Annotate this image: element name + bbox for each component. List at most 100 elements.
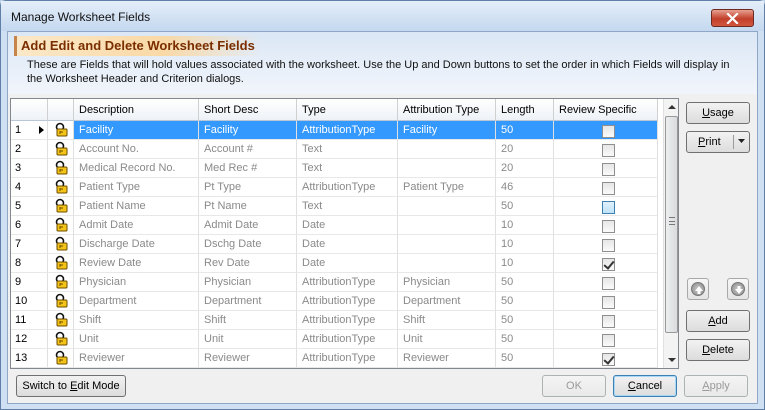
cell-short[interactable]: Physician <box>199 273 297 292</box>
cell-type[interactable]: Date <box>297 216 398 235</box>
cell-type[interactable]: Date <box>297 235 398 254</box>
column-header-length[interactable]: Length <box>496 99 554 121</box>
print-button[interactable]: Print <box>686 131 750 153</box>
column-header-short-desc[interactable]: Short Desc <box>199 99 297 121</box>
cell-attribution[interactable] <box>398 235 496 254</box>
cell-type[interactable]: AttributionType <box>297 330 398 349</box>
review-specific-checkbox[interactable] <box>601 334 615 347</box>
cell-description[interactable]: Patient Type <box>74 178 199 197</box>
fields-grid[interactable]: Description Short Desc Type Attribution … <box>10 98 679 369</box>
cell-length[interactable]: 50 <box>496 197 554 216</box>
scroll-down-button[interactable] <box>664 352 678 368</box>
row-number[interactable]: 9 <box>11 273 48 292</box>
cell-description[interactable]: Shift <box>74 311 199 330</box>
cell-type[interactable]: Text <box>297 197 398 216</box>
scroll-thumb[interactable] <box>665 116 678 333</box>
cell-length[interactable]: 50 <box>496 292 554 311</box>
column-header-type[interactable]: Type <box>297 99 398 121</box>
cell-length[interactable]: 50 <box>496 273 554 292</box>
review-specific-checkbox[interactable] <box>601 201 615 214</box>
move-down-button[interactable] <box>727 278 749 300</box>
cell-length[interactable]: 50 <box>496 121 554 140</box>
cell-attribution[interactable]: Patient Type <box>398 178 496 197</box>
cell-short[interactable]: Shift <box>199 311 297 330</box>
cell-attribution[interactable]: Department <box>398 292 496 311</box>
cell-short[interactable]: Department <box>199 292 297 311</box>
review-specific-checkbox[interactable] <box>601 277 615 290</box>
table-row[interactable]: 5 Patient Name Pt Name Text 50 <box>11 197 658 216</box>
row-number[interactable]: 5 <box>11 197 48 216</box>
review-specific-checkbox[interactable] <box>601 258 615 271</box>
cell-description[interactable]: Unit <box>74 330 199 349</box>
cell-type[interactable]: AttributionType <box>297 349 398 368</box>
cell-description[interactable]: Medical Record No. <box>74 159 199 178</box>
review-specific-checkbox[interactable] <box>601 220 615 233</box>
scroll-up-button[interactable] <box>664 99 678 115</box>
table-row[interactable]: 1 Facility Facility AttributionType Facility… <box>11 121 658 140</box>
table-row[interactable]: 11 Shift Shift AttributionType Shift 50 <box>11 311 658 330</box>
cell-type[interactable]: Text <box>297 140 398 159</box>
table-row[interactable]: 9 Physician Physician AttributionType Physic… <box>11 273 658 292</box>
row-number[interactable]: 7 <box>11 235 48 254</box>
cell-description[interactable]: Discharge Date <box>74 235 199 254</box>
table-row[interactable]: 12 Unit Unit AttributionType Unit 50 <box>11 330 658 349</box>
table-row[interactable]: 7 Discharge Date Dschg Date Date 10 <box>11 235 658 254</box>
cell-attribution[interactable] <box>398 159 496 178</box>
cell-short[interactable]: Dschg Date <box>199 235 297 254</box>
cell-description[interactable]: Patient Name <box>74 197 199 216</box>
usage-button[interactable]: Usage <box>686 102 750 124</box>
apply-button[interactable]: Apply <box>684 375 748 397</box>
column-header-attribution-type[interactable]: Attribution Type <box>398 99 496 121</box>
cell-short[interactable]: Pt Type <box>199 178 297 197</box>
cell-attribution[interactable]: Shift <box>398 311 496 330</box>
table-row[interactable]: 8 Review Date Rev Date Date 10 <box>11 254 658 273</box>
vertical-scrollbar[interactable] <box>663 99 678 368</box>
cell-type[interactable]: AttributionType <box>297 273 398 292</box>
close-button[interactable] <box>711 9 754 27</box>
cell-short[interactable]: Admit Date <box>199 216 297 235</box>
cell-length[interactable]: 10 <box>496 254 554 273</box>
cell-attribution[interactable]: Physician <box>398 273 496 292</box>
cell-length[interactable]: 46 <box>496 178 554 197</box>
cell-length[interactable]: 10 <box>496 216 554 235</box>
cell-attribution[interactable] <box>398 216 496 235</box>
cell-type[interactable]: AttributionType <box>297 178 398 197</box>
cell-length[interactable]: 50 <box>496 349 554 368</box>
table-row[interactable]: 2 Account No. Account # Text 20 <box>11 140 658 159</box>
review-specific-checkbox[interactable] <box>601 144 615 157</box>
cell-type[interactable]: AttributionType <box>297 121 398 140</box>
row-number[interactable]: 3 <box>11 159 48 178</box>
cell-description[interactable]: Physician <box>74 273 199 292</box>
review-specific-checkbox[interactable] <box>601 296 615 309</box>
row-number[interactable]: 1 <box>11 121 48 140</box>
cell-description[interactable]: Review Date <box>74 254 199 273</box>
cell-short[interactable]: Unit <box>199 330 297 349</box>
row-number[interactable]: 8 <box>11 254 48 273</box>
add-button[interactable]: Add <box>686 310 750 332</box>
column-header-review-specific[interactable]: Review Specific <box>554 99 658 121</box>
cell-type[interactable]: AttributionType <box>297 292 398 311</box>
cell-attribution[interactable] <box>398 254 496 273</box>
cell-short[interactable]: Facility <box>199 121 297 140</box>
cell-description[interactable]: Facility <box>74 121 199 140</box>
row-number[interactable]: 11 <box>11 311 48 330</box>
cell-short[interactable]: Pt Name <box>199 197 297 216</box>
review-specific-checkbox[interactable] <box>601 125 615 138</box>
row-number[interactable]: 13 <box>11 349 48 368</box>
chevron-down-icon[interactable] <box>738 139 745 144</box>
cell-length[interactable]: 20 <box>496 159 554 178</box>
switch-to-edit-mode-button[interactable]: Switch to Edit Mode <box>16 375 126 397</box>
row-number[interactable]: 2 <box>11 140 48 159</box>
column-header-description[interactable]: Description <box>74 99 199 121</box>
table-row[interactable]: 6 Admit Date Admit Date Date 10 <box>11 216 658 235</box>
cell-attribution[interactable] <box>398 140 496 159</box>
table-row[interactable]: 3 Medical Record No. Med Rec # Text 20 <box>11 159 658 178</box>
cell-description[interactable]: Reviewer <box>74 349 199 368</box>
cell-attribution[interactable] <box>398 197 496 216</box>
cell-type[interactable]: Date <box>297 254 398 273</box>
review-specific-checkbox[interactable] <box>601 182 615 195</box>
cell-length[interactable]: 10 <box>496 235 554 254</box>
cell-type[interactable]: Text <box>297 159 398 178</box>
review-specific-checkbox[interactable] <box>601 239 615 252</box>
review-specific-checkbox[interactable] <box>601 353 615 366</box>
